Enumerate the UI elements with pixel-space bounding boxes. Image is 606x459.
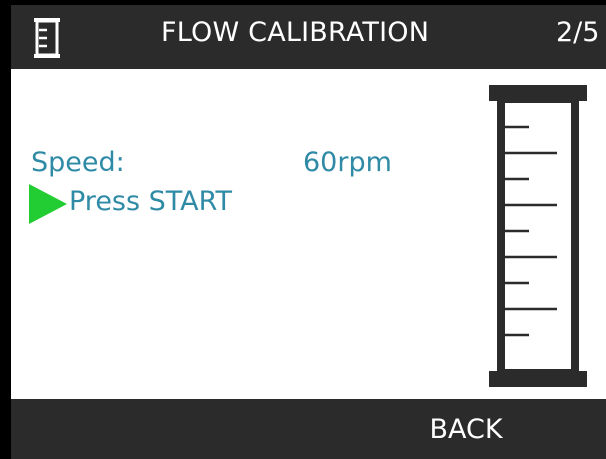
graduated-cylinder-illustration bbox=[489, 85, 587, 387]
header-bar: FLOW CALIBRATION 2/5 bbox=[11, 5, 606, 69]
back-button[interactable]: BACK bbox=[401, 399, 531, 459]
start-prompt: Press START bbox=[69, 186, 232, 217]
page-indicator: 2/5 bbox=[556, 17, 600, 48]
play-arrow-icon bbox=[29, 184, 67, 224]
footer-bar: BACK bbox=[11, 399, 606, 459]
speed-value: 60rpm bbox=[303, 147, 392, 178]
graduated-cylinder-icon bbox=[34, 18, 60, 58]
calibration-panel: FLOW CALIBRATION 2/5 Speed: 60rpm Press … bbox=[11, 5, 606, 459]
device-screen: FLOW CALIBRATION 2/5 Speed: 60rpm Press … bbox=[0, 0, 606, 459]
page-title: FLOW CALIBRATION bbox=[161, 17, 430, 48]
main-content: Speed: 60rpm Press START bbox=[11, 69, 606, 399]
speed-label: Speed: bbox=[31, 147, 125, 178]
